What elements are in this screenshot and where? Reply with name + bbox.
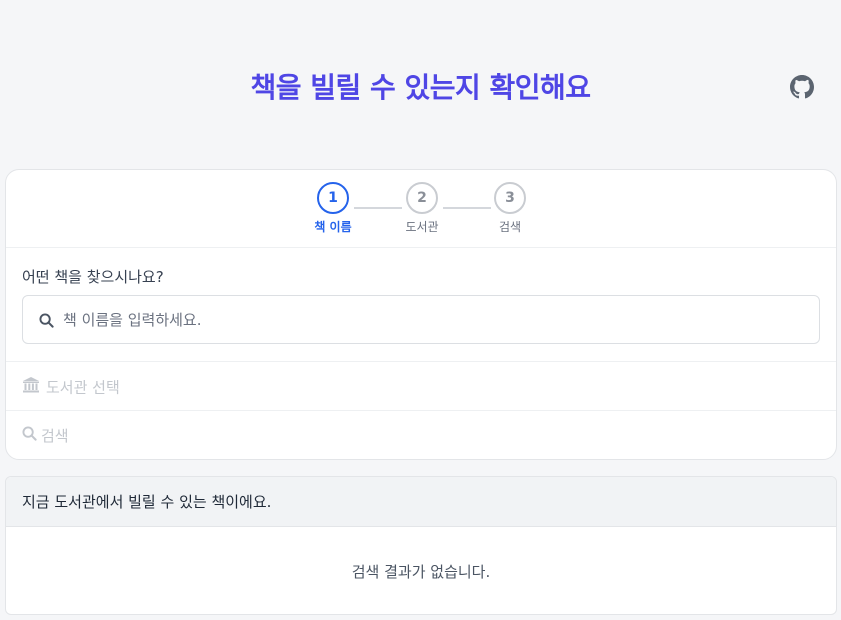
step-library[interactable]: 2 도서관 — [392, 182, 452, 235]
step-label: 책 이름 — [314, 220, 352, 234]
step-label: 도서관 — [405, 220, 439, 234]
library-select-label: 도서관 선택 — [46, 378, 120, 397]
bank-icon — [22, 376, 40, 398]
results-panel: 지금 도서관에서 빌릴 수 있는 책이에요. 검색 결과가 없습니다. — [5, 476, 837, 615]
step-search[interactable]: 3 검색 — [480, 182, 540, 235]
results-empty-message: 검색 결과가 없습니다. — [351, 563, 491, 581]
library-select-row[interactable]: 도서관 선택 — [22, 376, 120, 398]
step-label: 검색 — [498, 220, 522, 234]
library-section[interactable]: 도서관 선택 — [6, 362, 836, 411]
page-header: 책을 빌릴 수 있는지 확인해요 — [0, 0, 841, 170]
step-number: 2 — [406, 182, 438, 214]
book-name-section: 어떤 책을 찾으시나요? — [6, 248, 836, 362]
book-question: 어떤 책을 찾으시나요? — [22, 268, 164, 286]
search-icon — [39, 313, 54, 332]
results-heading: 지금 도서관에서 빌릴 수 있는 책이에요. — [6, 477, 836, 527]
search-section[interactable]: 검색 — [6, 411, 836, 459]
page-title: 책을 빌릴 수 있는지 확인해요 — [250, 71, 591, 104]
step-number: 3 — [494, 182, 526, 214]
book-search-input[interactable] — [63, 296, 803, 343]
step-number: 1 — [317, 182, 349, 214]
search-form-card: 1 책 이름 2 도서관 3 검색 어떤 책을 찾으시나요? 책 이름을 입력하… — [5, 169, 837, 460]
search-row[interactable]: 검색 — [22, 425, 69, 446]
github-icon[interactable] — [790, 75, 814, 99]
book-search-box[interactable] — [22, 295, 820, 344]
search-step-label: 검색 — [41, 427, 69, 445]
stepper: 1 책 이름 2 도서관 3 검색 — [6, 170, 836, 248]
step-book-name[interactable]: 1 책 이름 — [303, 182, 363, 235]
search-icon — [22, 426, 37, 445]
